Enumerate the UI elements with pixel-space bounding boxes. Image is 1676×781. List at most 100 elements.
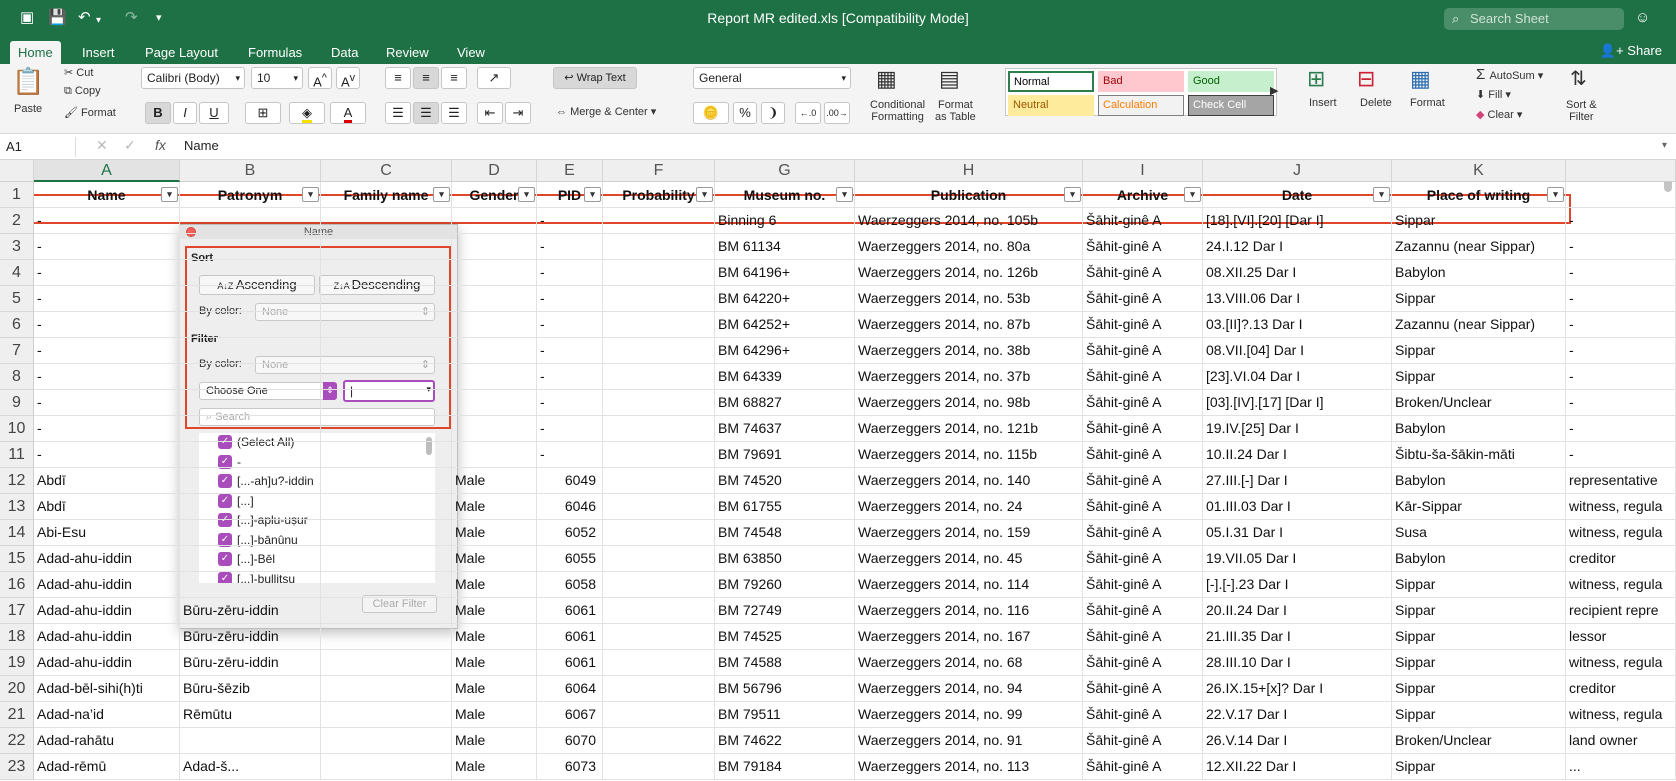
table-cell[interactable]: Šāhit-ginê A bbox=[1083, 468, 1203, 494]
table-cell[interactable]: - bbox=[537, 390, 603, 416]
table-cell[interactable]: BM 68827 bbox=[715, 390, 855, 416]
table-cell[interactable]: Adad-ahu-iddin bbox=[34, 546, 180, 572]
table-cell[interactable]: Babylon bbox=[1392, 416, 1566, 442]
table-cell[interactable] bbox=[603, 416, 715, 442]
format-as-table-button[interactable]: Format as Table bbox=[935, 99, 976, 123]
tab-page-layout[interactable]: Page Layout bbox=[137, 41, 226, 64]
name-box[interactable]: A1 bbox=[6, 137, 76, 157]
table-cell[interactable]: Šāhit-ginê A bbox=[1083, 260, 1203, 286]
table-cell[interactable]: Adad-ahu-iddin bbox=[34, 624, 180, 650]
table-cell[interactable]: Rēmūtu bbox=[180, 702, 321, 728]
table-cell[interactable]: 26.IX.15+[x]? Dar I bbox=[1203, 676, 1392, 702]
table-cell[interactable] bbox=[180, 390, 321, 416]
expand-formula-bar-icon[interactable]: ▾ bbox=[1662, 140, 1667, 151]
table-cell[interactable]: 6055 bbox=[537, 546, 603, 572]
table-cell[interactable] bbox=[321, 546, 452, 572]
table-cell[interactable]: Male bbox=[452, 468, 537, 494]
conditional-formatting-icon[interactable]: ▦ bbox=[876, 66, 897, 92]
delete-cells-button[interactable]: Delete bbox=[1360, 97, 1392, 109]
row-header[interactable]: 13 bbox=[0, 494, 34, 520]
table-cell[interactable]: witness, regula bbox=[1566, 494, 1676, 520]
table-cell[interactable]: Babylon bbox=[1392, 546, 1566, 572]
style-check-cell[interactable]: Check Cell bbox=[1188, 95, 1274, 116]
table-cell[interactable]: Abdī bbox=[34, 494, 180, 520]
table-cell[interactable] bbox=[321, 260, 452, 286]
table-cell[interactable]: BM 64196+ bbox=[715, 260, 855, 286]
table-cell[interactable]: Waerzeggers 2014, no. 114 bbox=[855, 572, 1083, 598]
table-cell[interactable] bbox=[180, 416, 321, 442]
table-cell[interactable]: 10.II.24 Dar I bbox=[1203, 442, 1392, 468]
table-cell[interactable] bbox=[452, 364, 537, 390]
table-cell[interactable]: Waerzeggers 2014, no. 45 bbox=[855, 546, 1083, 572]
table-cell[interactable]: Male bbox=[452, 624, 537, 650]
table-cell[interactable]: BM 74525 bbox=[715, 624, 855, 650]
fill-button[interactable]: ⬇ Fill ▾ bbox=[1476, 88, 1511, 101]
table-cell[interactable]: Šāhit-ginê A bbox=[1083, 598, 1203, 624]
table-cell[interactable]: BM 79184 bbox=[715, 754, 855, 780]
column-header-d[interactable]: D bbox=[452, 160, 537, 182]
table-cell[interactable] bbox=[452, 208, 537, 234]
header-cell[interactable]: Family name ▾ bbox=[321, 182, 452, 208]
table-cell[interactable]: BM 74637 bbox=[715, 416, 855, 442]
table-cell[interactable]: Sippar bbox=[1392, 676, 1566, 702]
table-cell[interactable]: Šāhit-ginê A bbox=[1083, 546, 1203, 572]
tab-home[interactable]: Home bbox=[10, 41, 61, 64]
table-cell[interactable]: Adad-ahu-iddin bbox=[34, 650, 180, 676]
column-header-g[interactable]: G bbox=[715, 160, 855, 182]
table-cell[interactable]: Babylon bbox=[1392, 260, 1566, 286]
table-cell[interactable] bbox=[452, 442, 537, 468]
filter-dropdown-button[interactable]: ▾ bbox=[696, 187, 713, 202]
table-cell[interactable] bbox=[321, 728, 452, 754]
table-cell[interactable]: Male bbox=[452, 572, 537, 598]
table-cell[interactable]: 28.III.10 Dar I bbox=[1203, 650, 1392, 676]
table-cell[interactable]: - bbox=[1566, 260, 1676, 286]
table-cell[interactable]: 01.III.03 Dar I bbox=[1203, 494, 1392, 520]
table-cell[interactable]: Waerzeggers 2014, no. 87b bbox=[855, 312, 1083, 338]
table-cell[interactable]: - bbox=[34, 390, 180, 416]
table-cell[interactable]: 08.VII.[04] Dar I bbox=[1203, 338, 1392, 364]
table-cell[interactable]: - bbox=[34, 286, 180, 312]
table-cell[interactable]: Šāhit-ginê A bbox=[1083, 650, 1203, 676]
table-cell[interactable] bbox=[321, 520, 452, 546]
table-cell[interactable] bbox=[321, 234, 452, 260]
table-cell[interactable] bbox=[603, 338, 715, 364]
table-cell[interactable]: Šāhit-ginê A bbox=[1083, 754, 1203, 780]
table-cell[interactable] bbox=[321, 416, 452, 442]
table-cell[interactable]: 05.I.31 Dar I bbox=[1203, 520, 1392, 546]
tab-formulas[interactable]: Formulas bbox=[240, 41, 310, 64]
table-cell[interactable] bbox=[452, 416, 537, 442]
insert-cells-button[interactable]: Insert bbox=[1309, 97, 1337, 109]
table-cell[interactable]: - bbox=[537, 260, 603, 286]
table-cell[interactable]: - bbox=[1566, 416, 1676, 442]
table-cell[interactable] bbox=[321, 754, 452, 780]
table-cell[interactable] bbox=[180, 520, 321, 546]
table-cell[interactable]: BM 74520 bbox=[715, 468, 855, 494]
format-painter-button[interactable]: 🖌 Format bbox=[64, 106, 116, 119]
table-cell[interactable]: BM 64296+ bbox=[715, 338, 855, 364]
header-cell[interactable]: Museum no. ▾ bbox=[715, 182, 855, 208]
header-cell[interactable]: Patronym ▾ bbox=[180, 182, 321, 208]
smiley-icon[interactable]: ☺ bbox=[1635, 9, 1650, 27]
table-cell[interactable]: BM 79260 bbox=[715, 572, 855, 598]
table-cell[interactable]: witness, regula bbox=[1566, 702, 1676, 728]
row-header[interactable]: 20 bbox=[0, 676, 34, 702]
row-header[interactable]: 18 bbox=[0, 624, 34, 650]
row-header[interactable]: 12 bbox=[0, 468, 34, 494]
column-header-f[interactable]: F bbox=[603, 160, 715, 182]
table-cell[interactable]: Sippar bbox=[1392, 624, 1566, 650]
filter-dropdown-button[interactable]: ▾ bbox=[584, 187, 601, 202]
header-cell[interactable] bbox=[1566, 182, 1676, 208]
table-cell[interactable] bbox=[321, 468, 452, 494]
table-cell[interactable]: Waerzeggers 2014, no. 98b bbox=[855, 390, 1083, 416]
row-header[interactable]: 22 bbox=[0, 728, 34, 754]
table-cell[interactable]: Sippar bbox=[1392, 650, 1566, 676]
table-cell[interactable]: witness, regula bbox=[1566, 520, 1676, 546]
table-cell[interactable]: ... bbox=[1566, 754, 1676, 780]
increase-font-size-button[interactable]: A^ bbox=[308, 67, 332, 89]
table-cell[interactable] bbox=[603, 520, 715, 546]
table-cell[interactable]: 24.I.12 Dar I bbox=[1203, 234, 1392, 260]
function-icon[interactable]: fx bbox=[155, 137, 166, 153]
row-header[interactable]: 11 bbox=[0, 442, 34, 468]
table-cell[interactable]: Šibtu-ša-šākin-māti bbox=[1392, 442, 1566, 468]
table-cell[interactable] bbox=[603, 468, 715, 494]
